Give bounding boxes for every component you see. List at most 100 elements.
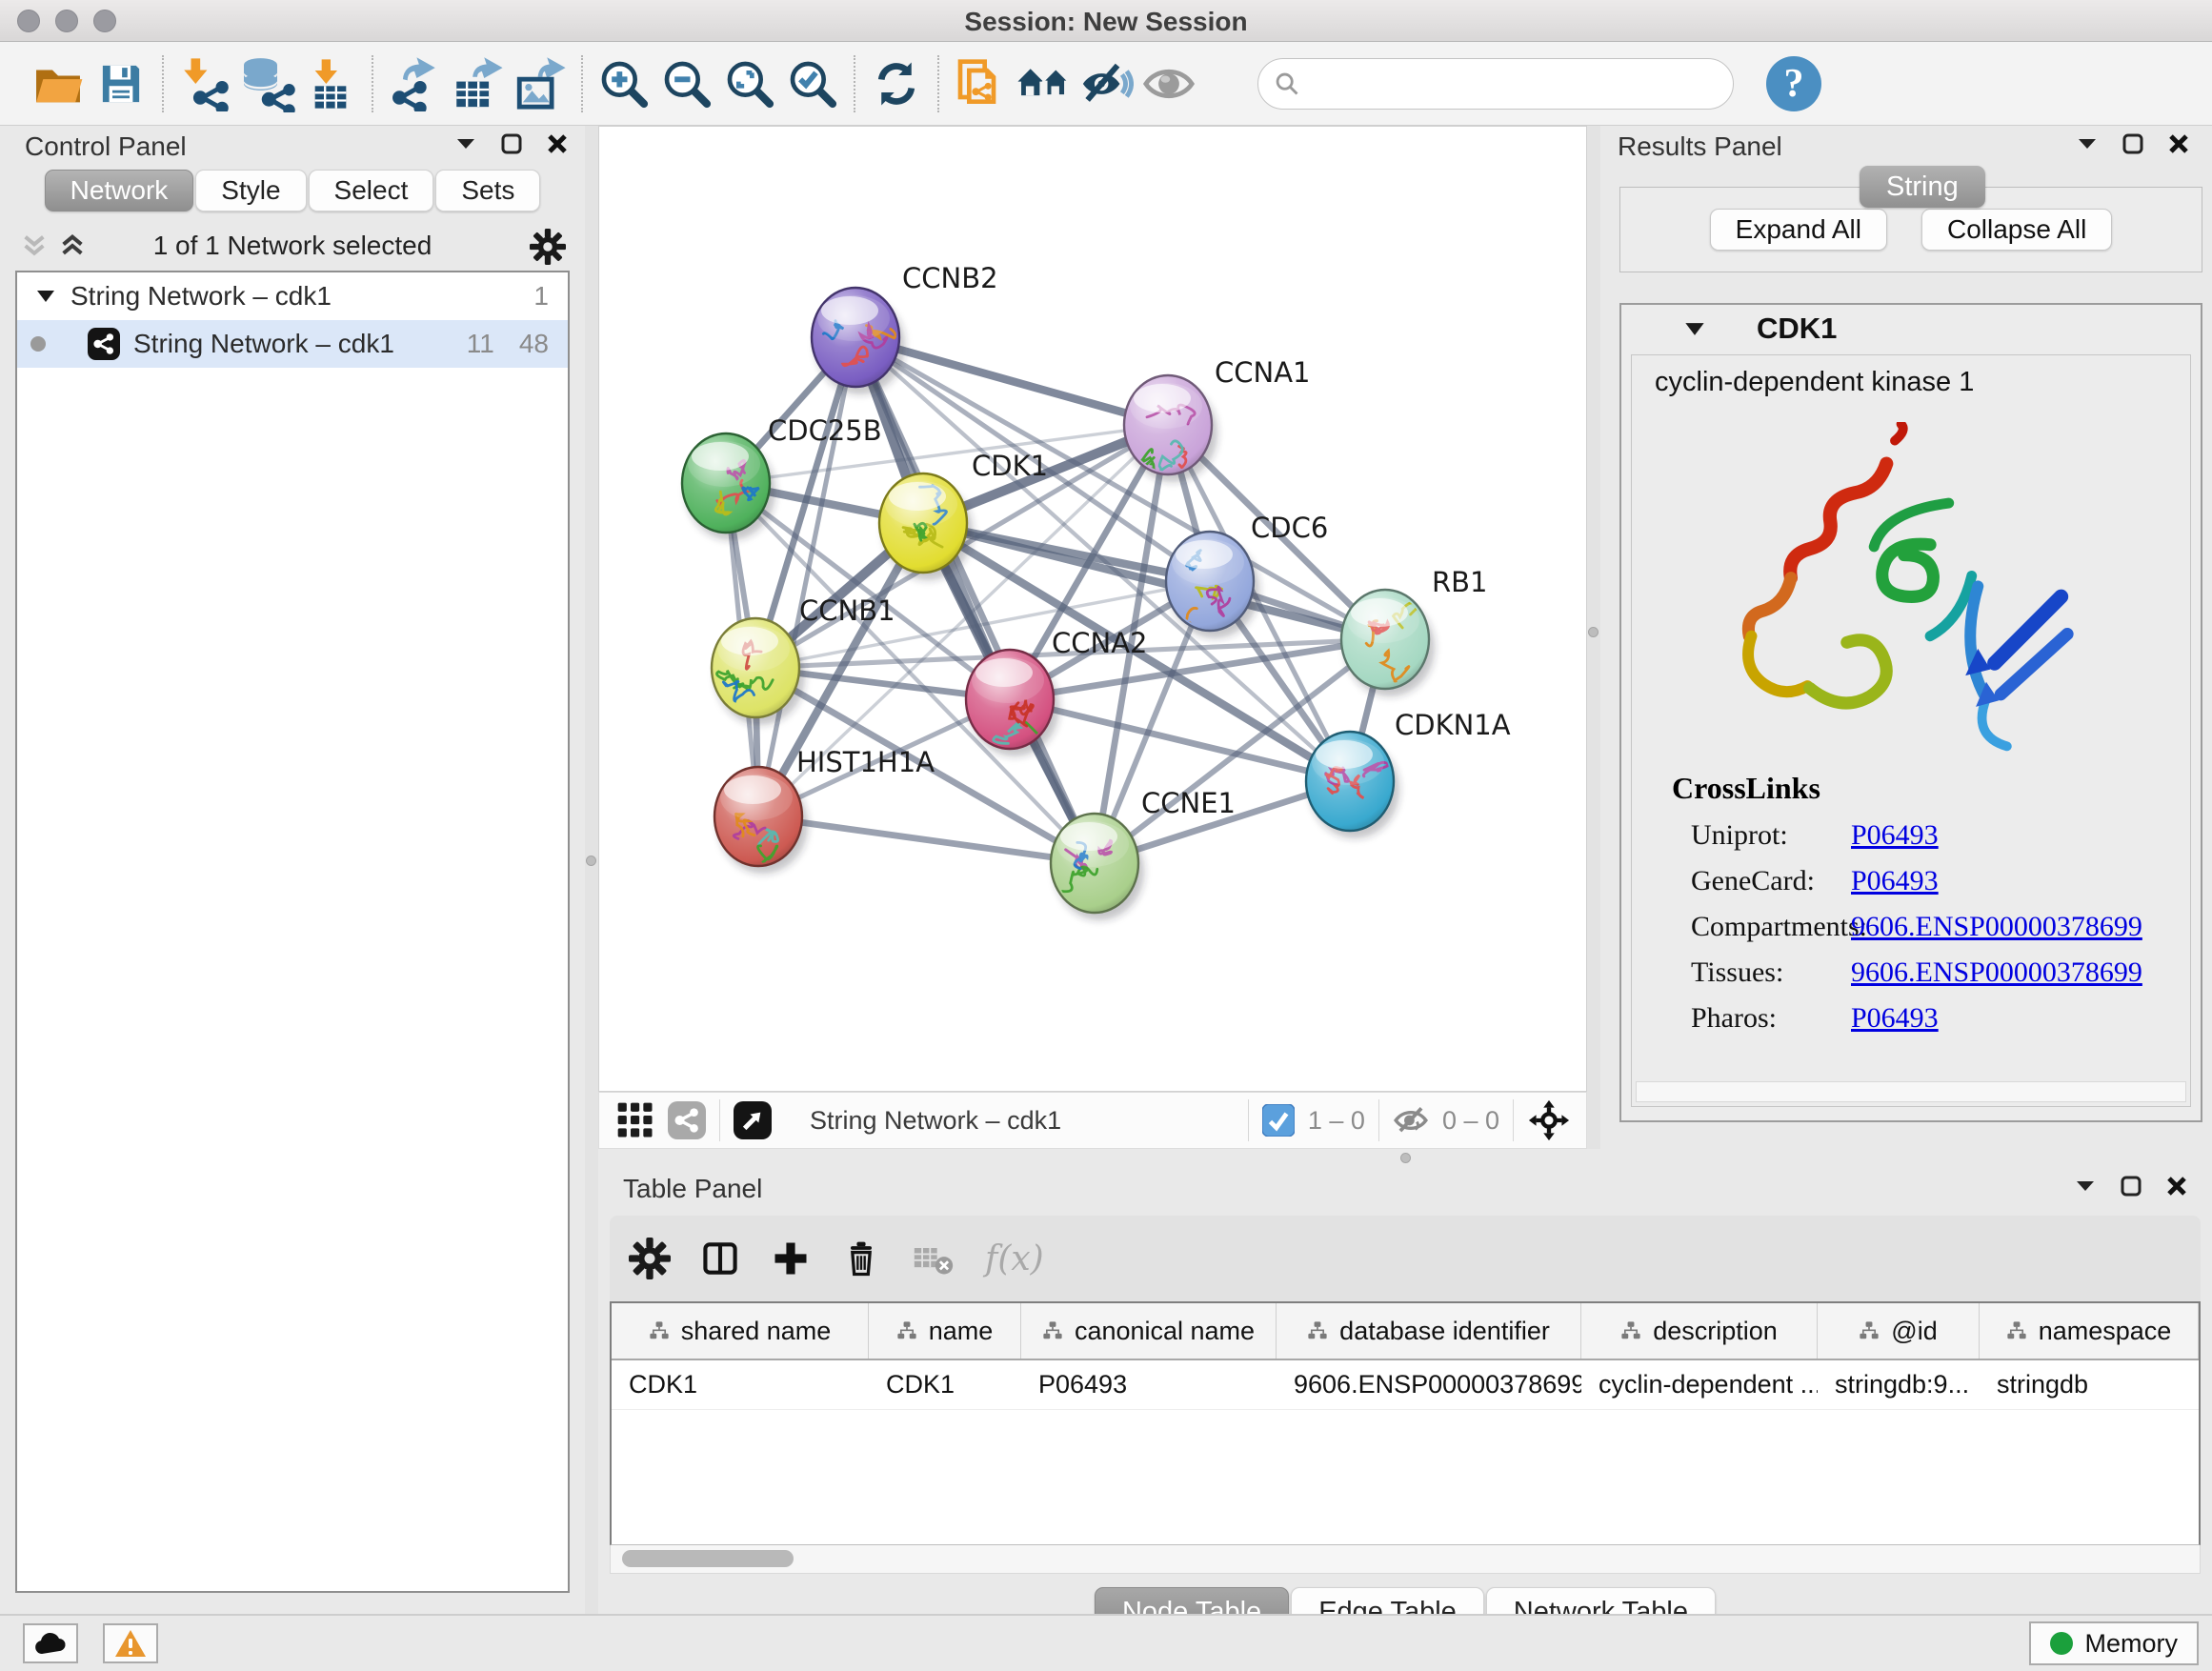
show-all-button[interactable]	[1137, 52, 1200, 115]
table-cell[interactable]: 9606.ENSP00000378699	[1277, 1360, 1581, 1409]
column-header-namespace[interactable]: namespace	[1980, 1303, 2199, 1359]
table-options-gear-icon[interactable]	[629, 1238, 671, 1279]
hidden-eye-icon[interactable]	[1393, 1102, 1429, 1138]
export-table-button[interactable]	[446, 52, 509, 115]
show-columns-icon[interactable]	[699, 1238, 741, 1279]
table-cell[interactable]: CDK1	[612, 1360, 869, 1409]
panel-float-icon[interactable]	[2122, 133, 2143, 154]
table-cell[interactable]: stringdb:9...	[1818, 1360, 1980, 1409]
collapse-all-button[interactable]: Collapse All	[1921, 209, 2112, 251]
column-header-sharedname[interactable]: shared name	[612, 1303, 869, 1359]
crosslink-link[interactable]: 9606.ENSP00000378699	[1851, 956, 2142, 989]
help-button[interactable]: ?	[1766, 56, 1821, 111]
network-collection-row[interactable]: String Network – cdk1 1	[17, 272, 568, 320]
network-node[interactable]: CCNA1	[1124, 356, 1310, 482]
zoom-selected-icon	[786, 57, 839, 111]
zoom-selected-button[interactable]	[781, 52, 844, 115]
column-header-databaseidentifier[interactable]: database identifier	[1277, 1303, 1581, 1359]
table-row[interactable]: CDK1CDK1P064939606.ENSP00000378699cyclin…	[612, 1360, 2199, 1410]
network-node[interactable]: HIST1H1A	[714, 746, 935, 876]
column-header-id[interactable]: @id	[1818, 1303, 1980, 1359]
left-splitter[interactable]	[585, 126, 598, 1614]
network-canvas[interactable]: CCNB2CCNA1CDC25BCDK1CDC6RB1CCNB1CCNA2CDK…	[598, 126, 1587, 1092]
expand-all-button[interactable]: Expand All	[1710, 209, 1887, 251]
tab-style[interactable]: Style	[195, 170, 306, 211]
network-node[interactable]: CCNB2	[812, 262, 998, 394]
table-cell[interactable]: stringdb	[1980, 1360, 2199, 1409]
birds-eye-crosshair-icon[interactable]	[1527, 1098, 1571, 1142]
import-network-from-database-button[interactable]	[236, 52, 299, 115]
network-node[interactable]: CCNE1	[1051, 787, 1236, 920]
save-session-button[interactable]	[90, 52, 152, 115]
search-input[interactable]	[1310, 69, 1718, 98]
string-view-badge-icon[interactable]	[668, 1101, 706, 1139]
results-scrollbar[interactable]	[1636, 1081, 2186, 1102]
splitter-handle[interactable]	[1588, 627, 1599, 637]
column-header-description[interactable]: description	[1581, 1303, 1818, 1359]
grid-view-icon[interactable]	[616, 1101, 654, 1139]
panel-close-icon[interactable]	[2168, 133, 2189, 154]
network-node[interactable]: RB1	[1341, 566, 1488, 696]
function-builder-button[interactable]: f(x)	[985, 1239, 1044, 1278]
table-cell[interactable]: cyclin-dependent ...	[1581, 1360, 1818, 1409]
export-image-button[interactable]	[509, 52, 572, 115]
tab-network[interactable]: Network	[45, 170, 194, 211]
import-table-button[interactable]	[299, 52, 362, 115]
first-neighbors-button[interactable]	[1012, 52, 1075, 115]
export-network-button[interactable]	[383, 52, 446, 115]
memory-button[interactable]: Memory	[2029, 1621, 2199, 1665]
cloud-status-button[interactable]	[23, 1623, 78, 1663]
application-window: { "window": { "title": "Session: New Ses…	[0, 0, 2212, 1671]
network-edge[interactable]	[758, 816, 1095, 863]
crosslink-link[interactable]: 9606.ENSP00000378699	[1851, 911, 2142, 943]
tab-sets[interactable]: Sets	[435, 170, 540, 211]
network-node[interactable]: CDC25B	[682, 414, 882, 540]
right-splitter[interactable]	[1587, 126, 1600, 1149]
crosslink-link[interactable]: P06493	[1851, 819, 1939, 852]
column-header-canonicalname[interactable]: canonical name	[1021, 1303, 1277, 1359]
panel-menu-icon[interactable]	[2077, 137, 2098, 151]
clone-network-button[interactable]	[949, 52, 1012, 115]
panel-float-icon[interactable]	[501, 133, 522, 154]
network-options-gear-icon[interactable]	[530, 229, 566, 265]
panel-close-icon[interactable]	[2166, 1176, 2187, 1197]
panel-close-icon[interactable]	[547, 133, 568, 154]
delete-column-icon[interactable]	[840, 1238, 882, 1279]
tab-select[interactable]: Select	[309, 170, 434, 211]
open-in-window-icon[interactable]	[734, 1101, 772, 1139]
panel-menu-icon[interactable]	[455, 137, 476, 151]
crosslink-link[interactable]: P06493	[1851, 1002, 1939, 1035]
splitter-handle[interactable]	[1400, 1153, 1411, 1163]
panel-menu-icon[interactable]	[2075, 1179, 2096, 1193]
warnings-button[interactable]	[103, 1623, 158, 1663]
update-network-button[interactable]	[865, 52, 928, 115]
add-column-icon[interactable]	[770, 1238, 812, 1279]
network-row[interactable]: String Network – cdk1 11 48	[17, 320, 568, 368]
table-cell[interactable]: CDK1	[869, 1360, 1021, 1409]
hide-selected-button[interactable]	[1075, 52, 1137, 115]
delete-table-icon[interactable]	[911, 1238, 956, 1279]
clone-network-icon	[954, 57, 1007, 111]
zoom-in-button[interactable]	[593, 52, 655, 115]
selected-checkbox-icon[interactable]	[1262, 1104, 1295, 1137]
table-panel: Table Panel f(x) shared namenamecanonica…	[598, 1168, 2212, 1614]
splitter-handle[interactable]	[586, 856, 596, 866]
import-network-button[interactable]	[173, 52, 236, 115]
entry-collapse-icon[interactable]	[1684, 322, 1705, 336]
panel-float-icon[interactable]	[2121, 1176, 2142, 1197]
scrollbar-thumb[interactable]	[622, 1550, 794, 1567]
table-hscrollbar[interactable]	[610, 1545, 2201, 1574]
table-cell[interactable]: P06493	[1021, 1360, 1277, 1409]
crosslink-link[interactable]: P06493	[1851, 865, 1939, 897]
tree-expand-icon[interactable]	[36, 290, 55, 303]
title-bar: Session: New Session	[0, 0, 2212, 42]
results-tab-string[interactable]: String	[1860, 166, 1985, 208]
zoom-fit-button[interactable]	[718, 52, 781, 115]
network-graph[interactable]: CCNB2CCNA1CDC25BCDK1CDC6RB1CCNB1CCNA2CDK…	[599, 127, 1586, 1091]
horizontal-splitter[interactable]	[598, 1149, 2212, 1168]
network-node[interactable]: CDKN1A	[1306, 709, 1511, 838]
open-session-button[interactable]	[27, 52, 90, 115]
column-header-name[interactable]: name	[869, 1303, 1021, 1359]
network-edge[interactable]	[758, 337, 855, 816]
zoom-out-button[interactable]	[655, 52, 718, 115]
